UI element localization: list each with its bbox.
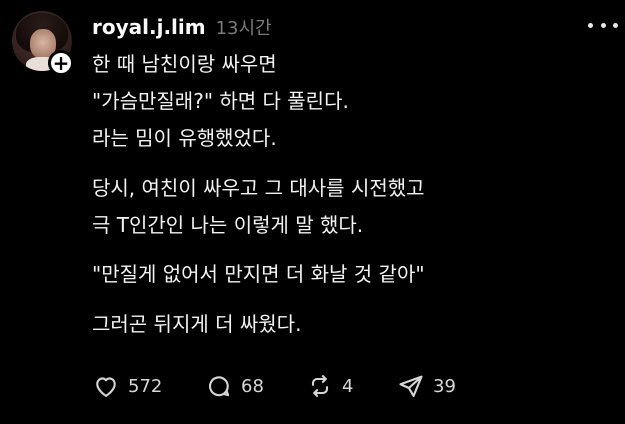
follow-plus-icon[interactable]: + bbox=[48, 50, 74, 76]
more-dot bbox=[613, 22, 618, 28]
post-header: royal.j.lim 13시간 bbox=[92, 14, 272, 40]
comment-count: 68 bbox=[241, 375, 264, 397]
post-line: "가슴만질래?" 하면 다 풀린다. bbox=[92, 89, 349, 113]
more-dot bbox=[588, 22, 593, 28]
username[interactable]: royal.j.lim bbox=[92, 15, 206, 39]
like-count: 572 bbox=[128, 375, 163, 397]
post-time: 13시간 bbox=[215, 18, 272, 39]
share-count: 39 bbox=[433, 375, 456, 397]
repost-count: 4 bbox=[342, 375, 354, 397]
post-line: 라는 밈이 유행했었다. bbox=[92, 126, 277, 150]
post-line: 극 T인간인 나는 이렇게 말 했다. bbox=[92, 213, 364, 237]
heart-icon bbox=[96, 377, 116, 397]
repost-icon bbox=[311, 375, 329, 397]
post-line: 한 때 남친이랑 싸우면 bbox=[92, 52, 277, 76]
share-button[interactable]: 39 bbox=[397, 370, 456, 402]
action-bar: 572 68 4 39 bbox=[92, 370, 552, 402]
comment-icon bbox=[208, 376, 230, 397]
comment-button[interactable]: 68 bbox=[205, 370, 264, 402]
more-dot bbox=[600, 22, 606, 28]
post-line: 당시, 여친이 싸우고 그 대사를 시전했고 bbox=[92, 176, 425, 200]
repost-button[interactable]: 4 bbox=[306, 370, 353, 402]
post-line: "만질게 없어서 만지면 더 화날 것 같아" bbox=[92, 262, 425, 286]
like-button[interactable]: 572 bbox=[92, 370, 162, 402]
post-line: 그러곤 뒤지게 더 싸웠다. bbox=[92, 312, 302, 336]
more-options-icon[interactable] bbox=[588, 14, 618, 36]
send-icon bbox=[399, 375, 423, 397]
